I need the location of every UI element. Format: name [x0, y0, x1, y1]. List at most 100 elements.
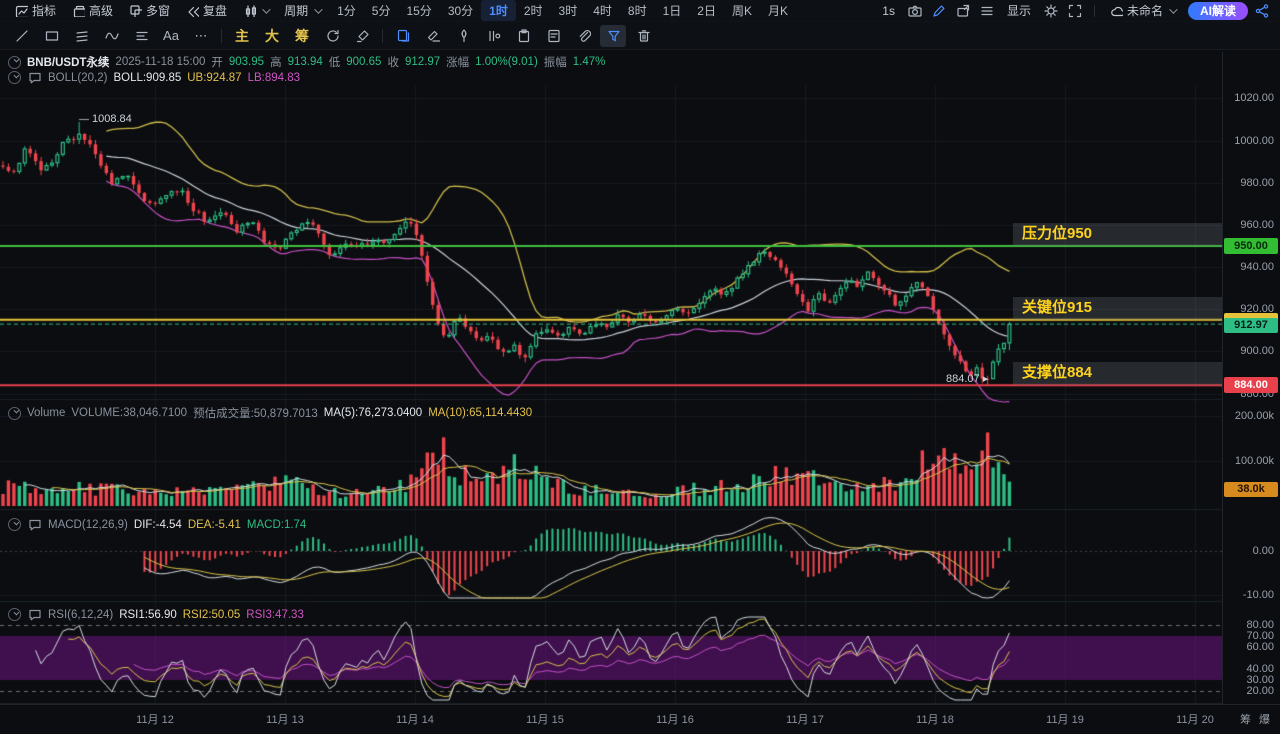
ai-analyze-button[interactable]: AI解读 [1188, 2, 1248, 20]
share-button[interactable] [1250, 2, 1272, 20]
wave-icon [104, 28, 119, 43]
time-tick-label: 11月 13 [255, 711, 315, 727]
multiwindow-button[interactable]: 多窗 [122, 0, 177, 21]
settings-button[interactable] [1040, 2, 1062, 20]
timeframe-button[interactable]: 8时 [620, 0, 655, 21]
brush-tool[interactable] [349, 25, 375, 47]
brush-icon [355, 28, 370, 43]
draw-button[interactable] [928, 2, 950, 20]
lines-icon [979, 3, 994, 18]
timeframe-button[interactable]: 2时 [516, 0, 551, 21]
layout-name-label: 未命名 [1127, 2, 1163, 19]
snapshot-button[interactable] [952, 2, 974, 20]
layout-name-button[interactable]: 未命名 [1103, 0, 1182, 21]
channel-tool[interactable] [68, 25, 94, 47]
pen-icon [456, 28, 471, 43]
more-tools[interactable]: ⋯ [188, 25, 214, 47]
speed-button[interactable]: 1s [875, 2, 902, 20]
timeframe-button[interactable]: 2日 [689, 0, 724, 21]
fullscreen-button[interactable] [1064, 2, 1086, 20]
clipboard-tool[interactable] [510, 25, 536, 47]
note-tool[interactable] [540, 25, 566, 47]
timeframe-button[interactable]: 4时 [585, 0, 620, 21]
trash-tool[interactable] [630, 25, 656, 47]
timeframe-button[interactable]: 1日 [655, 0, 690, 21]
list-tool[interactable] [128, 25, 154, 47]
key-level-annotation[interactable]: 关键位915 [1013, 297, 1222, 320]
refresh-tool[interactable] [319, 25, 345, 47]
copy-tool[interactable] [390, 25, 416, 47]
time-tick-label: 11月 16 [645, 711, 705, 727]
timeframe-button[interactable]: 3时 [551, 0, 586, 21]
main-chart-toggle[interactable]: 主 [229, 25, 255, 47]
macd-hist-value: MACD:1.74 [247, 519, 306, 531]
funnel-tool[interactable] [600, 25, 626, 47]
price-axis[interactable]: 1020.001000.00980.00960.00940.00920.0090… [1222, 52, 1280, 704]
timeframe-button[interactable]: 月K [760, 0, 796, 21]
copy-icon [396, 28, 411, 43]
axis-tick-label: 0.00 [1253, 545, 1274, 557]
marked-low-tag: 884.07 ▸ [946, 372, 988, 385]
timeframe-button[interactable]: 1分 [329, 0, 364, 21]
indicator-label: 指标 [32, 2, 56, 19]
pattern-tool[interactable] [480, 25, 506, 47]
big-chart-toggle[interactable]: 大 [259, 25, 285, 47]
volume-value: VOLUME:38,046.7100 [71, 407, 187, 419]
display-button[interactable]: 显示 [1000, 0, 1038, 21]
trendline-tool[interactable] [8, 25, 34, 47]
resistance-annotation[interactable]: 压力位950 [1013, 223, 1222, 246]
wave-tool[interactable] [98, 25, 124, 47]
camera-button[interactable] [904, 2, 926, 20]
collapse-icon[interactable] [8, 56, 21, 69]
period-label: 周期 [284, 2, 308, 19]
chart-style-button[interactable] [236, 2, 275, 19]
timeframe-button[interactable]: 15分 [398, 0, 439, 21]
boll-lb-value: LB:894.83 [248, 72, 300, 84]
time-tick-label: 11月 14 [385, 711, 445, 727]
bar-datetime: 2025-11-18 15:00 [115, 56, 205, 68]
support-annotation[interactable]: 支撑位884 [1013, 362, 1222, 385]
timeframe-button[interactable]: 周K [724, 0, 760, 21]
cloud-icon [1110, 4, 1123, 17]
eraser-tool[interactable] [420, 25, 446, 47]
timeframe-button[interactable]: 30分 [440, 0, 481, 21]
time-axis[interactable]: 11月 1211月 1311月 1411月 1511月 1611月 1711月 … [0, 704, 1280, 734]
macd-legend: MACD(12,26,9) DIF:-4.54 DEA:-5.41 MACD:1… [8, 517, 306, 532]
axis-tick-label: 1000.00 [1234, 135, 1274, 147]
collapse-icon[interactable] [8, 518, 21, 531]
camera-icon [907, 3, 922, 18]
note-icon [546, 28, 561, 43]
chevron-down-icon [262, 5, 270, 13]
chip-toggle[interactable]: 筹 [289, 25, 315, 47]
timeframe-button[interactable]: 5分 [364, 0, 399, 21]
attach-tool[interactable] [570, 25, 596, 47]
gear-icon [1043, 3, 1058, 18]
boll-name: BOLL(20,2) [48, 72, 107, 84]
burst-panel-button[interactable]: 爆 [1259, 711, 1270, 727]
advanced-button[interactable]: 高级 [65, 0, 120, 21]
boll-mid-value: BOLL:909.85 [113, 72, 181, 84]
chat-bubble-icon[interactable] [27, 70, 42, 85]
top-toolbar: 指标 高级 多窗 复盘 周期 1分5分15分30分1时2时3时4时8时1日2日周… [0, 0, 1280, 22]
collapse-icon[interactable] [8, 71, 21, 84]
boll-ub-value: UB:924.87 [187, 72, 241, 84]
trading-app: 指标 高级 多窗 复盘 周期 1分5分15分30分1时2时3时4时8时1日2日周… [0, 0, 1280, 734]
timeframe-button[interactable]: 1时 [481, 0, 516, 21]
replay-button[interactable]: 复盘 [179, 0, 234, 21]
rect-tool[interactable] [38, 25, 64, 47]
object-list-button[interactable] [976, 2, 998, 20]
clipboard-icon [516, 28, 531, 43]
rsi1-value: RSI1:56.90 [119, 609, 177, 621]
collapse-icon[interactable] [8, 608, 21, 621]
collapse-icon[interactable] [8, 407, 21, 420]
chat-bubble-icon[interactable] [27, 517, 42, 532]
text-tool[interactable]: Aa [158, 25, 184, 47]
axis-tick-label: 1020.00 [1234, 92, 1274, 104]
pen-tool[interactable] [450, 25, 476, 47]
drawing-toolbar: Aa ⋯ 主 大 筹 [0, 22, 1280, 50]
chip-panel-button[interactable]: 筹 [1240, 711, 1251, 727]
chat-bubble-icon[interactable] [27, 607, 42, 622]
period-button[interactable]: 周期 [277, 0, 327, 21]
indicator-button[interactable]: 指标 [8, 0, 63, 21]
axis-tick-label: 100.00k [1235, 455, 1274, 467]
